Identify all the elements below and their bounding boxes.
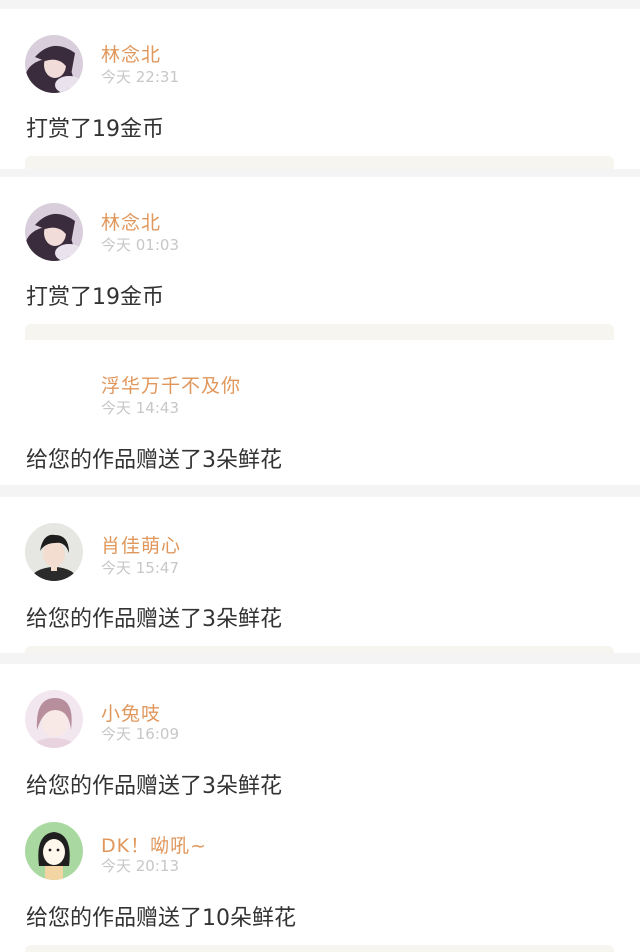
boy-avatar-icon — [25, 523, 83, 581]
notification-message: 打赏了19金币 — [26, 285, 164, 310]
girl-dark-hair-avatar-icon — [25, 35, 83, 93]
timestamp: 今天 16:09 — [101, 725, 179, 743]
user-name[interactable]: 小兔吱 — [101, 699, 161, 726]
content-preview[interactable] — [25, 646, 614, 653]
notification-card[interactable]: 肖佳萌心 今天 15:47 给您的作品赠送了3朵鲜花 — [0, 497, 640, 653]
content-preview[interactable] — [25, 945, 614, 952]
notification-message: 给您的作品赠送了3朵鲜花 — [26, 448, 282, 473]
cartoon-girl-avatar-icon — [25, 822, 83, 880]
timestamp: 今天 14:43 — [101, 399, 179, 417]
girl-dark-hair-avatar-icon — [25, 203, 83, 261]
user-avatar[interactable] — [25, 203, 83, 261]
user-avatar[interactable] — [25, 822, 83, 880]
user-name[interactable]: 林念北 — [101, 208, 161, 235]
user-avatar[interactable] — [25, 690, 83, 748]
user-name[interactable]: 浮华万千不及你 — [101, 371, 241, 398]
user-name[interactable]: DK！呦吼~ — [101, 831, 207, 858]
timestamp: 今天 15:47 — [101, 559, 179, 577]
timestamp: 今天 20:13 — [101, 857, 179, 875]
user-name[interactable]: 肖佳萌心 — [101, 531, 181, 558]
pink-girl-avatar-icon — [25, 690, 83, 748]
notification-card[interactable]: 小兔吱 今天 16:09 给您的作品赠送了3朵鲜花 DK！呦吼~ 今天 20:1… — [0, 664, 640, 952]
timestamp: 今天 22:31 — [101, 68, 179, 86]
notification-message: 给您的作品赠送了10朵鲜花 — [26, 906, 296, 931]
user-avatar[interactable] — [25, 35, 83, 93]
content-preview[interactable] — [25, 156, 614, 169]
notification-message: 给您的作品赠送了3朵鲜花 — [26, 607, 282, 632]
notification-message: 打赏了19金币 — [26, 117, 164, 142]
notification-card[interactable]: 林念北 今天 01:03 打赏了19金币 浮华万千不及你 今天 14:43 给您… — [0, 177, 640, 485]
user-name[interactable]: 林念北 — [101, 40, 161, 67]
notification-message: 给您的作品赠送了3朵鲜花 — [26, 774, 282, 799]
content-preview[interactable] — [25, 324, 614, 340]
user-avatar[interactable] — [25, 523, 83, 581]
notification-card[interactable]: 林念北 今天 22:31 打赏了19金币 — [0, 9, 640, 169]
timestamp: 今天 01:03 — [101, 236, 179, 254]
